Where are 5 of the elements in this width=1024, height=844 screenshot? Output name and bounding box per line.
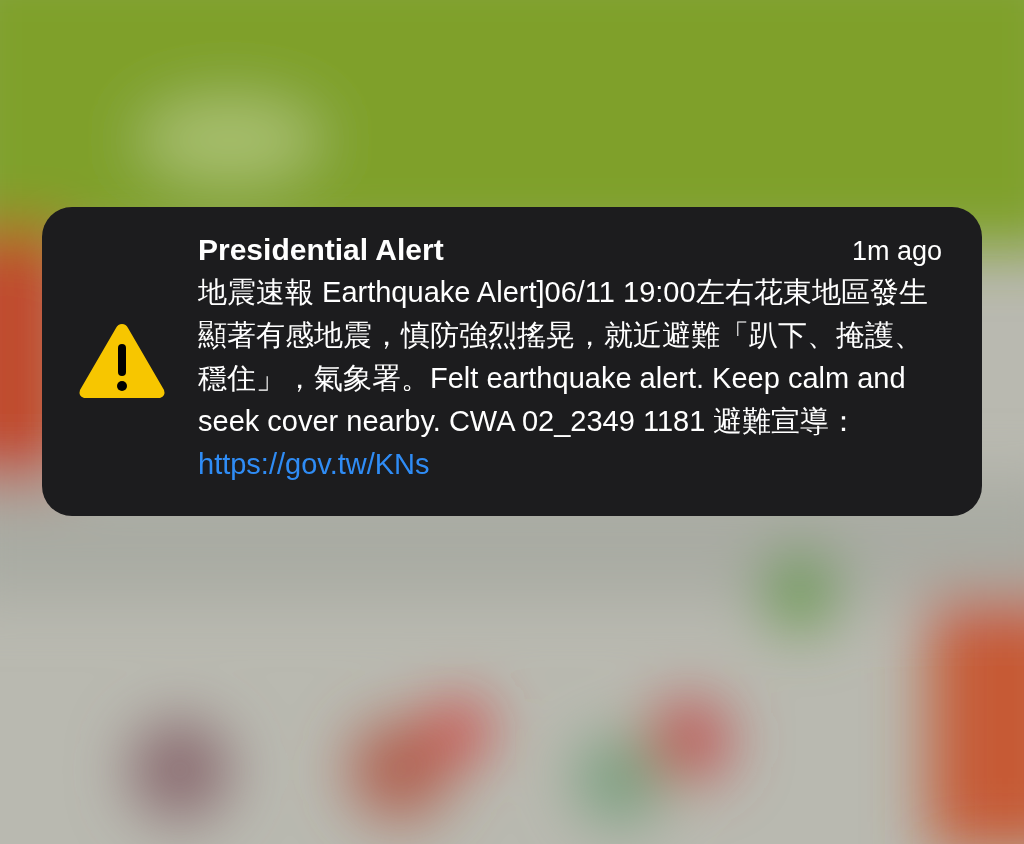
notification-card[interactable]: Presidential Alert 1m ago 地震速報 Earthquake Alert]06/11 19:00左右花東地區發生顯著有感地震，慎防強烈搖晃，就近避難「趴下、掩護、穩住」，氣象署。Felt earthquake alert. Keep calm and seek cover nearby. CWA 02_2349 1181 避難宣導： https://gov.tw/KNs [42,207,982,516]
timestamp: 1m ago [851,236,942,267]
alert-message: 地震速報 Earthquake Alert]06/11 19:00左右花東地區發生顯著有感地震，慎防強烈搖晃，就近避難「趴下、掩護、穩住」，氣象署。Felt earthquake alert. Keep calm and seek cover nearby. CWA 02_2349 1181 避難宣導： https://gov.tw/KNs [198,275,929,482]
link[interactable]: https://gov.tw/KNs [198,448,430,480]
notification-title: Presidential Alert [198,233,444,267]
